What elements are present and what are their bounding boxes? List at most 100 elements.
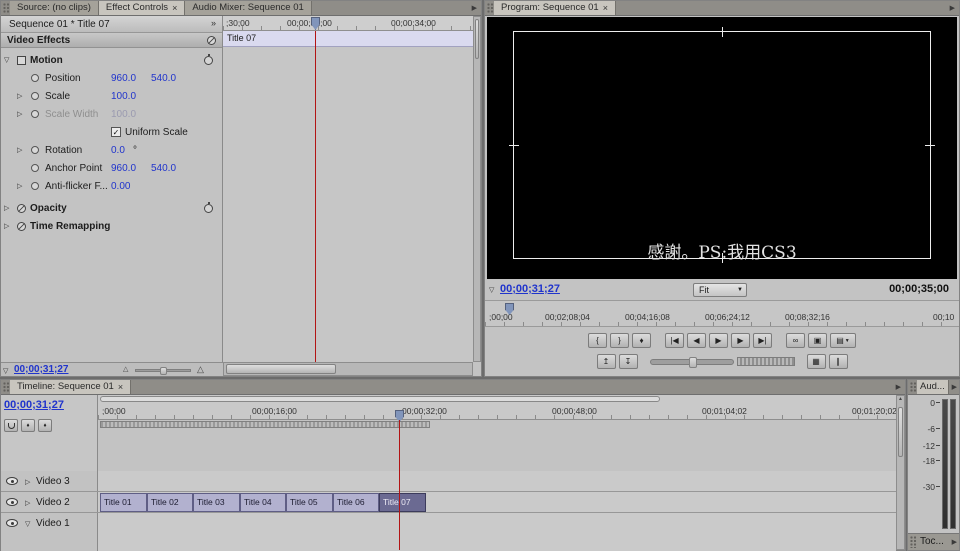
- jog-disk[interactable]: [737, 357, 795, 366]
- position-y-value[interactable]: 540.0: [151, 73, 176, 84]
- step-back-button[interactable]: ◀: [687, 333, 706, 348]
- clip-title-02[interactable]: Title 02: [147, 493, 193, 512]
- zoom-in-icon[interactable]: △: [197, 364, 204, 375]
- expand-icon[interactable]: ▷: [17, 146, 22, 154]
- work-area-bar[interactable]: [100, 421, 430, 428]
- program-current-time[interactable]: 00;00;31;27: [500, 283, 560, 295]
- tab-effect-controls[interactable]: Effect Controls×: [99, 1, 185, 15]
- effect-row-opacity[interactable]: ▷ Opacity: [1, 200, 222, 218]
- scale-value[interactable]: 100.0: [111, 91, 136, 102]
- anchor-y-value[interactable]: 540.0: [151, 163, 176, 174]
- program-time-ruler[interactable]: ;00;00 00;02;08;04 00;04;16;08 00;06;24;…: [485, 300, 959, 327]
- clip-title-04[interactable]: Title 04: [240, 493, 286, 512]
- panel-drag-gripper[interactable]: [910, 536, 917, 548]
- extract-button[interactable]: ↧: [619, 354, 638, 369]
- panel-menu-icon[interactable]: ▶: [468, 1, 481, 15]
- go-to-next-edit-button[interactable]: ▶|: [753, 333, 772, 348]
- track-content[interactable]: [98, 471, 896, 491]
- snap-button[interactable]: [4, 419, 18, 432]
- tab-program-monitor[interactable]: Program: Sequence 01×: [494, 1, 616, 15]
- show-timeline-view-icon[interactable]: »: [211, 18, 216, 28]
- output-button[interactable]: ▤▼: [830, 333, 856, 348]
- set-encore-chapter-marker-button[interactable]: ♦: [21, 419, 35, 432]
- toggle-track-output-icon[interactable]: [6, 477, 18, 485]
- timeline-ruler[interactable]: ;00;00 00;00;16;00 00;00;32;00 00;00;48;…: [98, 395, 896, 420]
- set-unnumbered-marker-button[interactable]: ♦: [38, 419, 52, 432]
- clip-title-01[interactable]: Title 01: [100, 493, 147, 512]
- set-marker-button[interactable]: ♦: [632, 333, 651, 348]
- go-to-previous-edit-button[interactable]: |◀: [665, 333, 684, 348]
- effect-row-time-remapping[interactable]: ▷ Time Remapping: [1, 218, 222, 236]
- effect-timeline-ruler[interactable]: ;30;00 00;00;32;00 00;00;34;00: [223, 16, 473, 31]
- timeline-vertical-scrollbar[interactable]: ▲: [896, 395, 905, 550]
- set-in-point-button[interactable]: {: [588, 333, 607, 348]
- loop-button[interactable]: ∞: [786, 333, 805, 348]
- expand-icon[interactable]: ▷: [4, 204, 9, 212]
- timeline-timecode[interactable]: 00;00;31;27: [4, 399, 64, 411]
- expand-icon[interactable]: ▽: [4, 56, 9, 64]
- lift-button[interactable]: ↥: [597, 354, 616, 369]
- vertical-scrollbar[interactable]: [473, 16, 481, 362]
- panel-menu-icon[interactable]: ▶: [892, 380, 905, 394]
- zoom-out-icon[interactable]: △: [123, 365, 128, 373]
- scroll-up-arrow-icon[interactable]: ▲: [897, 396, 904, 405]
- expand-icon[interactable]: ▷: [4, 222, 9, 230]
- tab-audio-meters[interactable]: Aud...: [917, 380, 949, 394]
- clip-title-07-selected[interactable]: Title 07: [379, 493, 426, 512]
- toggle-track-output-icon[interactable]: [6, 498, 18, 506]
- close-icon[interactable]: ×: [603, 1, 608, 15]
- expand-icon[interactable]: ▷: [17, 182, 22, 190]
- chevron-down-icon[interactable]: ▽: [3, 367, 8, 375]
- track-content[interactable]: [98, 513, 896, 551]
- reset-stopwatch-icon[interactable]: [204, 204, 213, 213]
- anchor-x-value[interactable]: 960.0: [111, 163, 136, 174]
- panel-drag-gripper[interactable]: [3, 382, 10, 392]
- clip-title-05[interactable]: Title 05: [286, 493, 333, 512]
- clip-title-03[interactable]: Title 03: [193, 493, 240, 512]
- safe-margins-button[interactable]: ▣: [808, 333, 827, 348]
- panel-drag-gripper[interactable]: [487, 3, 494, 13]
- zoom-slider[interactable]: [135, 369, 191, 372]
- tab-tools-label[interactable]: Toc...: [917, 534, 947, 550]
- close-icon[interactable]: ×: [172, 1, 177, 15]
- panel-drag-gripper[interactable]: [3, 3, 10, 13]
- toggle-animation-icon[interactable]: [31, 146, 39, 154]
- chevron-down-icon[interactable]: ▽: [489, 286, 494, 294]
- step-forward-button[interactable]: ▶: [731, 333, 750, 348]
- shuttle-slider[interactable]: [650, 359, 734, 365]
- play-button[interactable]: ▶: [709, 333, 728, 348]
- collapse-track-icon[interactable]: ▽: [25, 520, 30, 528]
- trim-button[interactable]: ∥: [829, 354, 848, 369]
- panel-menu-icon[interactable]: ▶: [950, 534, 959, 550]
- anti-flicker-value[interactable]: 0.00: [111, 181, 130, 192]
- toggle-animation-icon[interactable]: [31, 164, 39, 172]
- tab-timeline[interactable]: Timeline: Sequence 01×: [10, 380, 131, 394]
- close-icon[interactable]: ×: [118, 380, 123, 394]
- toggle-animation-icon[interactable]: [31, 182, 39, 190]
- clip-duration-bar[interactable]: Title 07: [223, 31, 473, 47]
- tab-source-monitor[interactable]: Source: (no clips): [10, 1, 99, 15]
- track-content[interactable]: Title 01 Title 02 Title 03 Title 04 Titl…: [98, 492, 896, 512]
- position-x-value[interactable]: 960.0: [111, 73, 136, 84]
- uniform-scale-checkbox[interactable]: ✓: [111, 127, 121, 137]
- export-frame-button[interactable]: ▦: [807, 354, 826, 369]
- panel-menu-icon[interactable]: ▶: [946, 1, 959, 15]
- toggle-track-output-icon[interactable]: [6, 519, 18, 527]
- expand-track-icon[interactable]: ▷: [25, 478, 30, 486]
- clip-title-06[interactable]: Title 06: [333, 493, 379, 512]
- effect-timeline-view[interactable]: ;30;00 00;00;32;00 00;00;34;00 Title 07: [223, 16, 473, 362]
- set-out-point-button[interactable]: }: [610, 333, 629, 348]
- panel-menu-icon[interactable]: ▶: [950, 380, 959, 394]
- setup-icon[interactable]: [207, 36, 216, 45]
- expand-icon[interactable]: ▷: [17, 92, 22, 100]
- effect-row-motion[interactable]: ▽ Motion: [1, 52, 222, 70]
- rotation-value[interactable]: 0.0: [111, 145, 125, 156]
- current-timecode[interactable]: 00;00;31;27: [14, 364, 68, 375]
- horizontal-scrollbar[interactable]: [223, 362, 473, 376]
- panel-drag-gripper[interactable]: [910, 382, 917, 392]
- toggle-animation-icon[interactable]: [31, 74, 39, 82]
- toggle-animation-icon[interactable]: [31, 92, 39, 100]
- tab-audio-mixer[interactable]: Audio Mixer: Sequence 01: [185, 1, 311, 15]
- program-video-area[interactable]: 感謝。PS:我用CS3: [487, 17, 957, 279]
- zoom-level-select[interactable]: Fit ▼: [693, 283, 747, 297]
